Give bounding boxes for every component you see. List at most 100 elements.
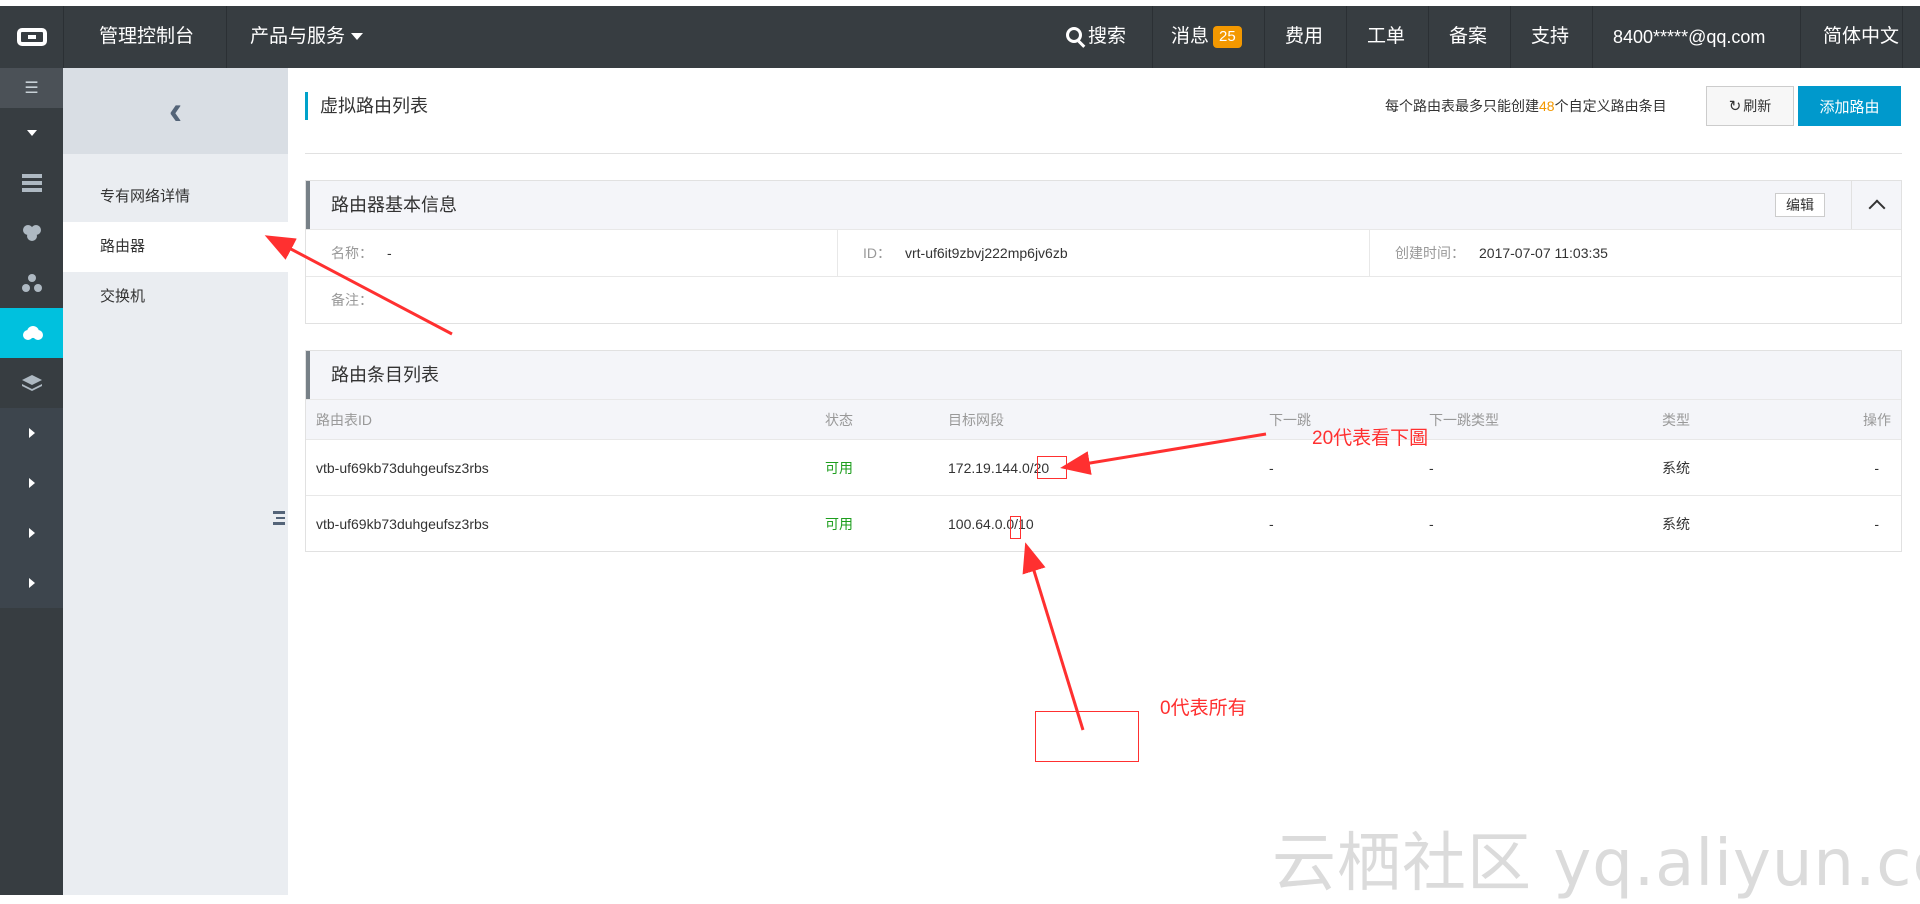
table-row: vtb-uf69kb73duhgeufsz3rbs 可用 172.19.144.… — [306, 439, 1901, 495]
products-menu[interactable]: 产品与服务 — [250, 6, 364, 68]
col-next-hop: 下一跳 — [1269, 411, 1311, 428]
limit-suffix: 个自定义路由条目 — [1554, 98, 1667, 114]
cloud-icon — [22, 326, 43, 340]
divider — [1428, 6, 1429, 68]
sidebar-group-2[interactable] — [0, 458, 63, 508]
caret-down-icon — [351, 33, 364, 41]
collapse-icon — [273, 511, 285, 525]
annotation-text-0: 0代表所有 — [1160, 698, 1247, 719]
caret-right-icon — [28, 578, 35, 588]
product-sidebar: ☰ — [0, 68, 63, 895]
messages-count-badge: 25 — [1213, 25, 1242, 48]
billing-link[interactable]: 费用 — [1285, 6, 1323, 68]
vpc-subnav: ‹ 专有网络详情 路由器 交换机 — [63, 68, 288, 895]
router-name-cell: 名称： - — [306, 230, 838, 276]
route-type: 系统 — [1662, 515, 1690, 532]
row-action[interactable]: - — [1874, 496, 1879, 551]
watermark-text: 云栖社区 yq.aliyun.com — [1272, 827, 1920, 901]
chevron-up-icon — [1868, 199, 1885, 217]
caret-down-icon — [26, 130, 37, 136]
console-home-link[interactable]: 管理控制台 — [99, 6, 194, 68]
back-button[interactable]: ‹ — [63, 68, 288, 154]
next-hop: - — [1269, 515, 1274, 532]
divider — [1346, 6, 1347, 68]
sidebar-toggle[interactable]: ☰ — [0, 68, 63, 108]
subnav-item-vpc-details[interactable]: 专有网络详情 — [63, 172, 288, 222]
router-info-header: 路由器基本信息 编辑 — [306, 181, 1901, 229]
sidebar-item-servers[interactable] — [0, 158, 63, 208]
route-entries-panel: 路由条目列表 路由表ID 状态 目标网段 下一跳 下一跳类型 类型 操作 vtb… — [305, 350, 1902, 552]
router-info-row: 名称： - ID： vrt-uf6it9zbvj222mp6jv6zb 创建时间： 2… — [306, 229, 1901, 276]
sidebar-item-vpc[interactable] — [0, 308, 63, 358]
language-switch[interactable]: 简体中文 — [1823, 6, 1899, 68]
messages-link[interactable]: 消息 25 — [1171, 6, 1242, 68]
divider — [1264, 6, 1265, 68]
page-title: 虚拟路由列表 — [305, 92, 428, 120]
divider — [1902, 6, 1903, 68]
created-value: 2017-07-07 11:03:35 — [1479, 245, 1608, 261]
route-entries-header: 路由条目列表 — [306, 351, 1901, 399]
search-label: 搜索 — [1088, 26, 1127, 47]
search-button[interactable]: 搜索 — [1066, 6, 1126, 68]
divider — [1800, 6, 1801, 68]
top-navbar: 管理控制台 产品与服务 搜索 消息 25 费用 工单 备案 支持 8400****… — [0, 6, 1920, 68]
divider — [305, 153, 1902, 154]
tickets-link[interactable]: 工单 — [1367, 6, 1405, 68]
search-icon — [1066, 26, 1082, 43]
brain-icon — [22, 225, 41, 241]
sidebar-group-3[interactable] — [0, 508, 63, 558]
col-route-table-id: 路由表ID — [316, 411, 372, 428]
id-label: ID： — [863, 245, 891, 261]
col-actions: 操作 — [1863, 411, 1891, 428]
annotation-box — [1035, 711, 1139, 762]
chevron-left-icon: ‹ — [168, 88, 183, 133]
subnav-collapse-handle[interactable] — [270, 488, 288, 548]
destination-cidr: 172.19.144.0/20 — [948, 459, 1050, 476]
server-icon — [21, 174, 42, 192]
sidebar-item-network[interactable] — [0, 258, 63, 308]
col-status: 状态 — [825, 411, 853, 428]
next-hop-type: - — [1429, 459, 1434, 476]
col-type: 类型 — [1662, 411, 1690, 428]
status-badge: 可用 — [825, 459, 853, 476]
route-table-id: vtb-uf69kb73duhgeufsz3rbs — [316, 459, 489, 476]
table-header: 路由表ID 状态 目标网段 下一跳 下一跳类型 类型 操作 — [306, 399, 1901, 439]
sidebar-item-storage[interactable] — [0, 358, 63, 408]
note-label: 备注： — [331, 292, 373, 308]
network-icon — [21, 274, 42, 292]
next-hop-type: - — [1429, 515, 1434, 532]
icp-filing-link[interactable]: 备案 — [1449, 6, 1487, 68]
refresh-icon: ↻ — [1728, 98, 1742, 115]
divider — [63, 6, 64, 68]
id-value: vrt-uf6it9zbvj222mp6jv6zb — [905, 245, 1068, 261]
edit-button[interactable]: 编辑 — [1775, 193, 1825, 217]
annotation-text-20: 20代表看下圖 — [1312, 428, 1429, 449]
sidebar-item-security[interactable] — [0, 208, 63, 258]
limit-prefix: 每个路由表最多只能创建 — [1385, 98, 1539, 114]
aliyun-logo[interactable] — [0, 6, 63, 68]
subnav-item-router[interactable]: 路由器 — [63, 222, 288, 272]
add-route-button[interactable]: 添加路由 — [1798, 86, 1901, 126]
router-info-title: 路由器基本信息 — [331, 195, 457, 215]
menu-icon: ☰ — [24, 80, 39, 97]
sidebar-group-4[interactable] — [0, 558, 63, 608]
sidebar-group-1[interactable] — [0, 408, 63, 458]
divider — [1510, 6, 1511, 68]
logo-icon — [16, 28, 47, 46]
route-entries-title: 路由条目列表 — [331, 365, 439, 385]
arrow-to-octet-0 — [1022, 542, 1085, 731]
collapse-panel-button[interactable] — [1851, 181, 1901, 229]
router-note-row: 备注： — [306, 276, 1901, 323]
messages-label: 消息 — [1171, 26, 1210, 47]
support-link[interactable]: 支持 — [1531, 6, 1569, 68]
refresh-button[interactable]: ↻ 刷新 — [1706, 86, 1794, 126]
router-id-cell: ID： vrt-uf6it9zbvj222mp6jv6zb — [838, 230, 1370, 276]
sidebar-expand[interactable] — [0, 108, 63, 158]
highlight-box-octet-0 — [1010, 516, 1021, 539]
limit-number: 48 — [1539, 98, 1555, 114]
account-menu[interactable]: 8400*****@qq.com — [1613, 6, 1765, 68]
row-action[interactable]: - — [1874, 440, 1879, 495]
name-label: 名称： — [331, 245, 373, 261]
subnav-item-vswitch[interactable]: 交换机 — [63, 272, 288, 322]
